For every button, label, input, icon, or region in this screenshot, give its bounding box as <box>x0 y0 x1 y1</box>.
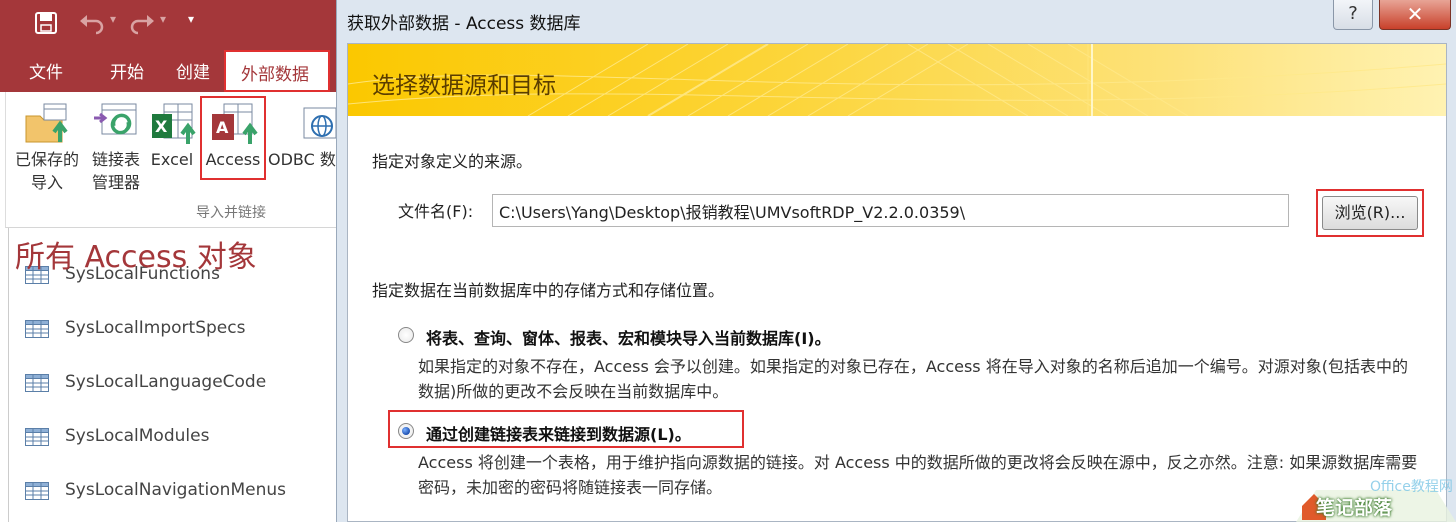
saved-imports-icon[interactable] <box>22 100 70 148</box>
title-bar: ▾ ▾ ▾ <box>0 0 340 46</box>
tab-external-data[interactable]: 外部数据 <box>224 50 330 92</box>
import-option-radio[interactable] <box>398 327 414 343</box>
nav-pane-header[interactable]: 所有 Access 对象 <box>15 232 257 276</box>
import-option-label[interactable]: 将表、查询、窗体、报表、宏和模块导入当前数据库(I)。 <box>426 325 831 349</box>
ribbon-tab-bar: 文件 开始 创建 外部数据 <box>0 46 340 92</box>
linked-table-manager-icon[interactable] <box>92 100 140 148</box>
tab-create[interactable]: 创建 <box>176 58 210 83</box>
nav-item-label: SysLocalNavigationMenus <box>65 480 286 500</box>
storage-instruction: 指定数据在当前数据库中的存储方式和存储位置。 <box>372 281 725 300</box>
close-button[interactable]: ✕ <box>1379 0 1451 30</box>
ribbon-panel: 已保存的 导入 链接表 管理器 X Excel A Access ODBC 数 … <box>5 92 340 228</box>
banner-title: 选择数据源和目标 <box>372 73 556 99</box>
nav-item-table[interactable]: SysLocalLanguageCode <box>9 368 334 398</box>
nav-item-table[interactable]: SysLocalNavigationMenus <box>9 476 334 506</box>
excel-icon[interactable]: X <box>150 100 198 148</box>
navigation-pane: 所有 Access 对象 SysLocalFunctions SysLocalIm… <box>8 228 334 522</box>
link-option-description: Access 将创建一个表格，用于维护指向源数据的链接。对 Access 中的数… <box>418 453 1418 497</box>
redo-dropdown-icon[interactable]: ▾ <box>160 12 166 26</box>
file-name-input[interactable] <box>492 194 1289 227</box>
help-button[interactable]: ? <box>1333 0 1373 30</box>
nav-item-label: SysLocalLanguageCode <box>65 372 267 392</box>
close-icon: ✕ <box>1406 2 1424 26</box>
help-icon: ? <box>1348 3 1358 24</box>
link-option-label[interactable]: 通过创建链接表来链接到数据源(L)。 <box>426 421 691 445</box>
redo-icon[interactable] <box>128 11 156 35</box>
saved-imports-label[interactable]: 已保存的 导入 <box>8 148 86 194</box>
import-option-description: 如果指定的对象不存在，Access 会予以创建。如果指定的对象已存在，Acces… <box>418 357 1408 401</box>
odbc-icon[interactable] <box>300 104 340 148</box>
nav-item-label: SysLocalModules <box>65 426 210 446</box>
header-banner: 选择数据源和目标 <box>348 44 1446 116</box>
nav-item-table[interactable]: SysLocalImportSpecs <box>9 314 334 344</box>
table-icon <box>25 320 49 338</box>
excel-label[interactable]: Excel <box>148 148 196 171</box>
access-highlight-box <box>200 96 266 180</box>
undo-dropdown-icon[interactable]: ▾ <box>110 12 116 26</box>
link-option-radio[interactable] <box>398 423 414 439</box>
table-icon <box>25 428 49 446</box>
dialog-title: 获取外部数据 - Access 数据库 <box>347 14 581 34</box>
nav-item-label: SysLocalImportSpecs <box>65 318 246 338</box>
watermark-text: 笔记部落 <box>1316 497 1393 519</box>
undo-icon[interactable] <box>78 11 106 35</box>
file-name-label: 文件名(F): <box>398 202 474 221</box>
source-instruction: 指定对象定义的来源。 <box>372 152 533 171</box>
table-icon <box>25 374 49 392</box>
tab-home[interactable]: 开始 <box>110 58 144 83</box>
customize-toolbar-icon[interactable]: ▾ <box>188 12 202 32</box>
browse-button[interactable]: 浏览(R)... <box>1322 196 1418 230</box>
get-external-data-dialog: 获取外部数据 - Access 数据库 ? ✕ 选择数据源和目标 指定对象定义的… <box>336 0 1456 522</box>
save-icon[interactable] <box>34 11 58 35</box>
tab-file[interactable]: 文件 <box>29 58 63 83</box>
import-link-group-label: 导入并链接 <box>196 205 266 221</box>
dialog-body: 选择数据源和目标 指定对象定义的来源。 文件名(F): 浏览(R)... 指定数… <box>347 43 1447 522</box>
linked-table-manager-label[interactable]: 链接表 管理器 <box>84 148 148 194</box>
svg-text:X: X <box>155 117 168 136</box>
nav-item-table[interactable]: SysLocalModules <box>9 422 334 452</box>
access-main-window: ▾ ▾ ▾ 文件 开始 创建 外部数据 已保存的 导入 链接表 管理器 X Ex… <box>0 0 340 522</box>
table-icon <box>25 482 49 500</box>
